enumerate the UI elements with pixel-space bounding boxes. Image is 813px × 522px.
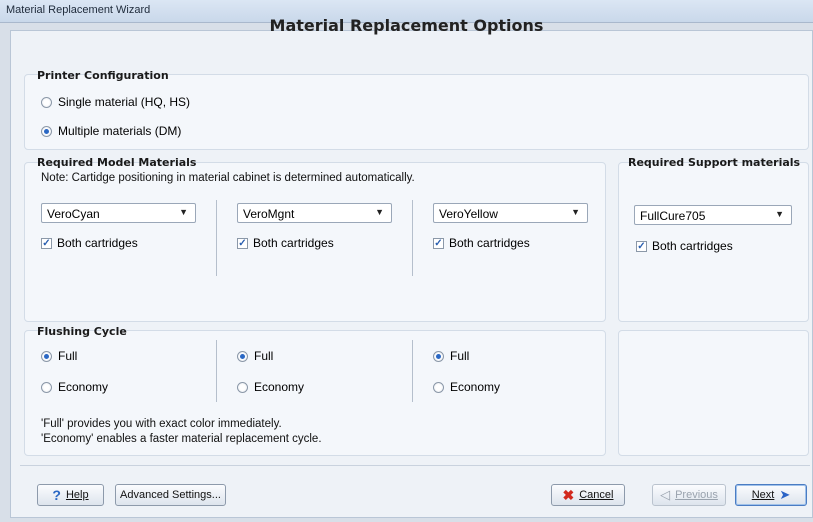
support-material-select[interactable]: FullCure705 ▼ (634, 205, 792, 225)
flush-full-radio-3-dot[interactable] (433, 350, 444, 362)
radio-single-material-dot[interactable] (41, 96, 52, 108)
radio-single-material[interactable]: Single material (HQ, HS) (41, 95, 190, 109)
support-materials-title: Required Support materials (628, 156, 801, 169)
flush-economy-radio-1[interactable]: Economy (41, 380, 108, 394)
page-title: Material Replacement Options (269, 16, 544, 35)
chevron-down-icon: ▼ (775, 209, 784, 219)
support-both-cartridges-label: Both cartridges (652, 239, 733, 253)
flush-full-radio-3[interactable]: Full (433, 349, 469, 363)
model-material-select-3[interactable]: VeroYellow ▼ (433, 203, 588, 223)
help-button[interactable]: ? Help (37, 484, 104, 506)
radio-multiple-materials[interactable]: Multiple materials (DM) (41, 124, 181, 138)
radio-multiple-materials-dot[interactable] (41, 125, 52, 137)
flushing-note-economy: 'Economy' enables a faster material repl… (41, 433, 322, 445)
flushing-cycle-title: Flushing Cycle (37, 325, 127, 338)
chevron-down-icon: ▼ (571, 207, 580, 217)
model-material-value-2: VeroMgnt (243, 207, 295, 221)
flush-economy-radio-3-dot[interactable] (433, 381, 444, 393)
flushing-note-full: 'Full' provides you with exact color imm… (41, 418, 282, 430)
cancel-button-label: Cancel (579, 489, 614, 501)
help-button-label: Help (65, 489, 89, 501)
both-cartridges-label-3: Both cartridges (449, 236, 530, 250)
printer-config-panel (24, 74, 809, 150)
both-cartridges-check-1[interactable]: ✓ Both cartridges (41, 236, 138, 250)
arrow-right-icon: ➤ (779, 487, 791, 502)
support-material-value: FullCure705 (640, 209, 706, 223)
footer-divider (20, 465, 810, 466)
model-material-value-3: VeroYellow (439, 207, 498, 221)
both-cartridges-label-1: Both cartridges (57, 236, 138, 250)
window-title: Material Replacement Wizard (6, 4, 151, 16)
flush-economy-label-2: Economy (254, 380, 305, 394)
checkbox-checked-icon[interactable]: ✓ (433, 237, 444, 249)
model-materials-note: Note: Cartidge positioning in material c… (41, 172, 415, 184)
column-divider-1 (216, 200, 217, 276)
flush-full-radio-1[interactable]: Full (41, 349, 77, 363)
chevron-down-icon: ▼ (179, 207, 188, 217)
model-materials-title: Required Model Materials (37, 156, 197, 169)
radio-multiple-materials-label: Multiple materials (DM) (58, 124, 182, 138)
both-cartridges-check-2[interactable]: ✓ Both cartridges (237, 236, 334, 250)
model-material-value-1: VeroCyan (47, 207, 100, 221)
advanced-settings-label: Advanced Settings... (120, 489, 221, 501)
both-cartridges-label-2: Both cartridges (253, 236, 334, 250)
flush-economy-label-1: Economy (58, 380, 109, 394)
close-icon: ✖ (562, 486, 575, 503)
flush-divider-2 (412, 340, 413, 402)
checkbox-checked-icon[interactable]: ✓ (237, 237, 248, 249)
model-material-select-1[interactable]: VeroCyan ▼ (41, 203, 196, 223)
next-button-label: Next (751, 489, 775, 501)
flush-full-label-3: Full (450, 349, 470, 363)
chevron-down-icon: ▼ (375, 207, 384, 217)
flush-full-radio-2-dot[interactable] (237, 350, 248, 362)
previous-button[interactable]: ◁ Previous (652, 484, 726, 506)
model-material-select-2[interactable]: VeroMgnt ▼ (237, 203, 392, 223)
flush-economy-radio-2-dot[interactable] (237, 381, 248, 393)
flush-economy-radio-3[interactable]: Economy (433, 380, 500, 394)
advanced-settings-button[interactable]: Advanced Settings... (115, 484, 226, 506)
help-icon: ? (52, 487, 61, 503)
previous-button-label: Previous (675, 489, 718, 501)
flush-economy-label-3: Economy (450, 380, 501, 394)
next-button[interactable]: Next ➤ (735, 484, 807, 506)
arrow-left-icon: ◁ (660, 487, 671, 502)
checkbox-checked-icon[interactable]: ✓ (636, 240, 647, 252)
flush-full-radio-2[interactable]: Full (237, 349, 273, 363)
cancel-button[interactable]: ✖ Cancel (551, 484, 625, 506)
flush-divider-1 (216, 340, 217, 402)
printer-config-title: Printer Configuration (37, 69, 169, 82)
support-both-cartridges-check[interactable]: ✓ Both cartridges (636, 239, 733, 253)
flush-economy-radio-1-dot[interactable] (41, 381, 52, 393)
flush-full-label-1: Full (58, 349, 78, 363)
checkbox-checked-icon[interactable]: ✓ (41, 237, 52, 249)
column-divider-2 (412, 200, 413, 276)
empty-side-panel (618, 330, 809, 456)
flush-full-label-2: Full (254, 349, 274, 363)
both-cartridges-check-3[interactable]: ✓ Both cartridges (433, 236, 530, 250)
radio-single-material-label: Single material (HQ, HS) (58, 95, 191, 109)
flush-economy-radio-2[interactable]: Economy (237, 380, 304, 394)
flush-full-radio-1-dot[interactable] (41, 350, 52, 362)
